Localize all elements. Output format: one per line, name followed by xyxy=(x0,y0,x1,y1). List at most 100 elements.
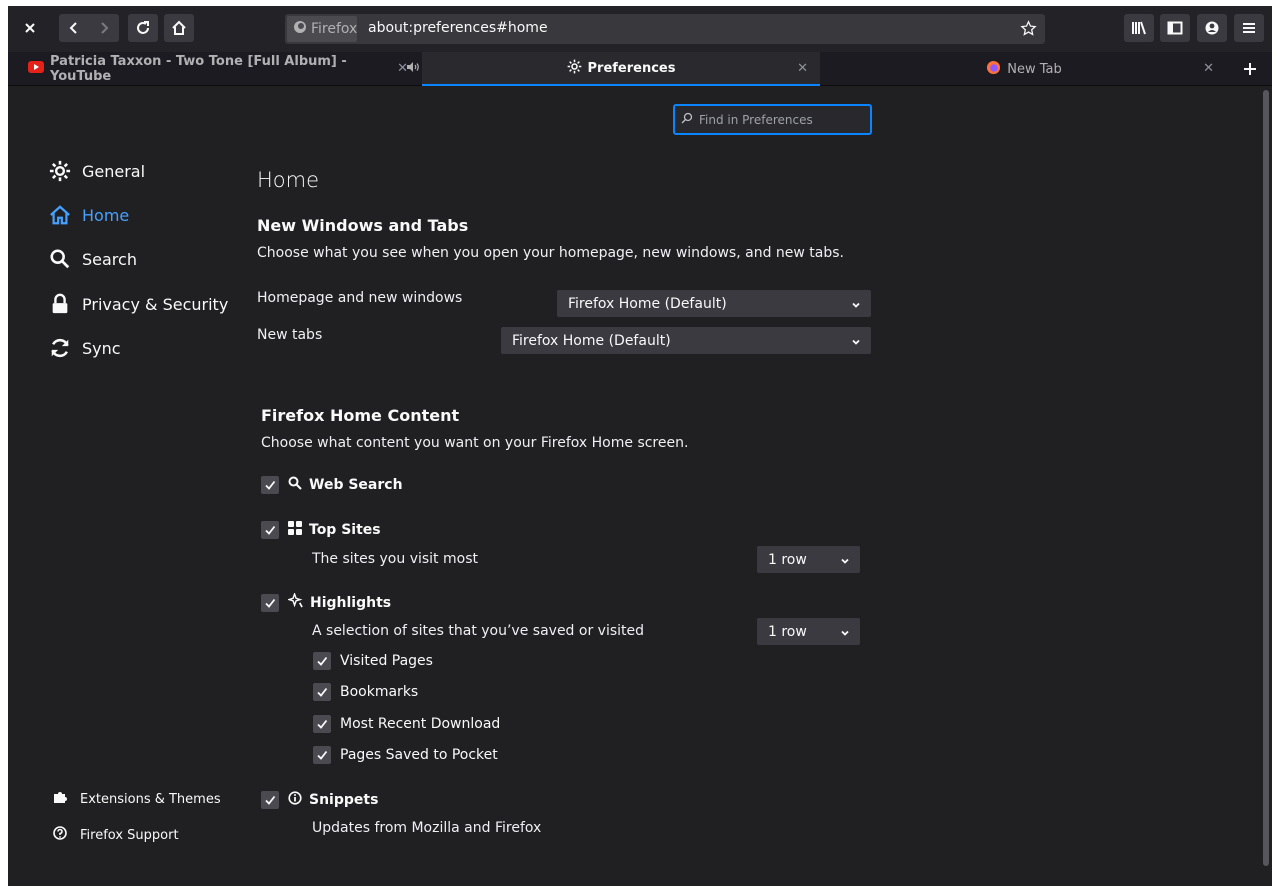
highlights-rows-select[interactable]: 1 row xyxy=(757,618,860,645)
close-window-icon[interactable] xyxy=(20,18,40,38)
sidebar-item-general[interactable]: General xyxy=(48,156,145,186)
checkbox[interactable] xyxy=(261,593,279,612)
checkbox[interactable] xyxy=(313,652,331,670)
sidebar-item-sync[interactable]: Sync xyxy=(48,333,121,363)
web-search-label: Web Search xyxy=(309,477,403,493)
identity-label: Firefox xyxy=(311,21,358,37)
forward-icon[interactable] xyxy=(98,21,110,35)
search-icon xyxy=(288,476,302,494)
lock-icon xyxy=(48,292,72,316)
visited-pages-checkbox-row[interactable]: Visited Pages xyxy=(313,652,433,670)
bookmarks-checkbox-row[interactable]: Bookmarks xyxy=(313,683,418,701)
sidebar-item-label: Search xyxy=(82,249,137,269)
section-description: Choose what you see when you open your h… xyxy=(257,245,845,261)
sidebar-item-search[interactable]: Search xyxy=(48,244,137,274)
tab-title: New Tab xyxy=(1007,61,1062,77)
gear-icon xyxy=(567,59,582,78)
firefox-logo-icon xyxy=(293,20,307,38)
highlights-label-group: Highlights xyxy=(286,591,392,612)
web-search-label-group: Web Search xyxy=(288,476,403,494)
tab-preferences[interactable]: Preferences ✕ xyxy=(422,52,820,86)
sparkle-icon xyxy=(286,591,303,612)
pocket-checkbox-row[interactable]: Pages Saved to Pocket xyxy=(313,746,498,764)
new-tab-plus-icon[interactable] xyxy=(1238,57,1262,81)
firefox-support-label: Firefox Support xyxy=(80,827,179,843)
checkbox[interactable] xyxy=(313,746,331,764)
youtube-icon xyxy=(28,61,44,77)
sidebar-item-label: Home xyxy=(82,205,130,225)
snippets-checkbox-row[interactable]: Snippets xyxy=(261,791,378,809)
web-search-checkbox-row[interactable]: Web Search xyxy=(261,476,403,494)
newtabs-select[interactable]: Firefox Home (Default) xyxy=(501,327,871,354)
tab-title: Preferences xyxy=(587,60,676,76)
browser-window: Firefox about:preferences#home Patricia … xyxy=(8,6,1272,886)
top-sites-label: Top Sites xyxy=(309,522,381,538)
checkbox[interactable] xyxy=(261,476,279,494)
recent-download-checkbox-row[interactable]: Most Recent Download xyxy=(313,715,500,733)
reload-icon[interactable] xyxy=(128,14,158,42)
help-icon xyxy=(52,825,68,845)
scrollbar[interactable] xyxy=(1258,86,1272,886)
sidebar-toggle-icon[interactable] xyxy=(1160,14,1190,42)
gear-icon xyxy=(48,159,72,183)
back-icon[interactable] xyxy=(68,21,80,35)
extensions-themes-link[interactable]: Extensions & Themes xyxy=(52,788,221,810)
top-sites-rows-select[interactable]: 1 row xyxy=(757,546,860,573)
snippets-label: Snippets xyxy=(309,792,379,808)
snippets-description: Updates from Mozilla and Firefox xyxy=(312,820,542,836)
url-text[interactable]: about:preferences#home xyxy=(368,20,548,36)
firefox-support-link[interactable]: Firefox Support xyxy=(52,824,179,846)
newtabs-label: New tabs xyxy=(257,327,323,343)
section-description: Choose what content you want on your Fir… xyxy=(261,435,689,451)
home-button-icon[interactable] xyxy=(164,14,194,42)
tab-close-icon[interactable]: ✕ xyxy=(397,61,408,76)
info-icon xyxy=(288,791,302,809)
search-icon xyxy=(48,247,72,271)
snippets-label-group: Snippets xyxy=(288,791,378,809)
search-input[interactable] xyxy=(699,112,869,127)
section-heading-new-windows: New Windows and Tabs xyxy=(257,216,469,235)
sidebar-item-privacy[interactable]: Privacy & Security xyxy=(48,289,228,319)
identity-box[interactable]: Firefox xyxy=(287,16,357,42)
scrollbar-thumb[interactable] xyxy=(1263,90,1269,866)
page-title: Home xyxy=(257,168,320,192)
checkbox[interactable] xyxy=(313,715,331,733)
find-in-preferences[interactable] xyxy=(673,104,872,135)
bookmark-star-icon[interactable] xyxy=(1020,20,1037,41)
chevron-down-icon xyxy=(851,298,861,314)
tab-close-icon[interactable]: ✕ xyxy=(1203,61,1214,76)
homepage-label: Homepage and new windows xyxy=(257,290,463,306)
extensions-themes-label: Extensions & Themes xyxy=(80,791,221,807)
library-icon[interactable] xyxy=(1124,14,1154,42)
tab-youtube[interactable]: Patricia Taxxon - Two Tone [Full Album] … xyxy=(8,52,420,86)
checkbox[interactable] xyxy=(313,683,331,701)
account-icon[interactable] xyxy=(1197,14,1227,42)
toolbar: Firefox about:preferences#home xyxy=(8,6,1272,52)
preferences-content: General Home Search Privacy & Security S… xyxy=(8,86,1272,886)
firefox-icon xyxy=(986,60,1001,79)
tab-strip: Patricia Taxxon - Two Tone [Full Album] … xyxy=(8,52,1272,86)
grid-icon xyxy=(288,521,302,539)
tab-new-tab[interactable]: New Tab ✕ xyxy=(822,52,1226,86)
sidebar-item-label: General xyxy=(82,161,146,181)
menu-icon[interactable] xyxy=(1234,14,1264,42)
chevron-down-icon xyxy=(840,626,850,642)
pocket-label: Pages Saved to Pocket xyxy=(340,747,498,763)
tab-close-icon[interactable]: ✕ xyxy=(797,61,808,76)
url-bar[interactable]: Firefox about:preferences#home xyxy=(285,14,1045,44)
highlights-checkbox-row[interactable]: Highlights xyxy=(261,591,392,612)
top-sites-checkbox-row[interactable]: Top Sites xyxy=(261,521,381,539)
homepage-select[interactable]: Firefox Home (Default) xyxy=(557,290,871,317)
sync-icon xyxy=(48,336,72,360)
audio-playing-icon[interactable] xyxy=(406,61,420,77)
top-sites-description: The sites you visit most xyxy=(312,551,478,567)
search-icon xyxy=(681,112,693,128)
highlights-description: A selection of sites that you’ve saved o… xyxy=(312,623,645,639)
nav-buttons xyxy=(59,14,119,42)
highlights-label: Highlights xyxy=(310,594,392,611)
checkbox[interactable] xyxy=(261,521,279,539)
sidebar-item-label: Privacy & Security xyxy=(82,294,229,314)
sidebar-item-home[interactable]: Home xyxy=(48,200,129,230)
recent-download-label: Most Recent Download xyxy=(340,716,501,732)
checkbox[interactable] xyxy=(261,791,279,809)
